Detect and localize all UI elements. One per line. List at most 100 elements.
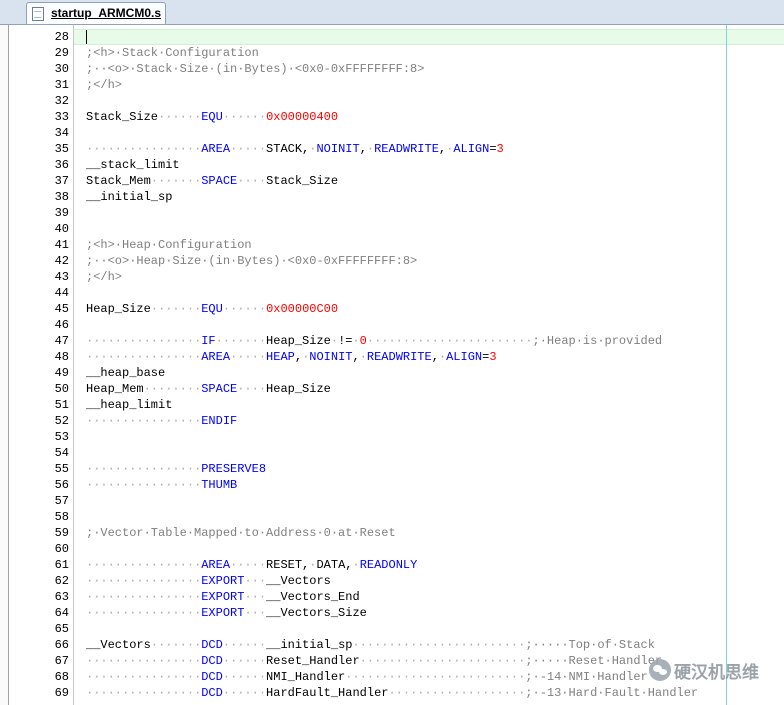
code-line[interactable]: 36 __stack_limit	[0, 157, 784, 173]
code-line[interactable]: 60	[0, 541, 784, 557]
line-number: 63	[54, 590, 69, 604]
code-line[interactable]: 49 __heap_base	[0, 365, 784, 381]
code-line[interactable]: 40	[0, 221, 784, 237]
code-line[interactable]: 47 ················IF·······Heap_Size·!=·…	[0, 333, 784, 349]
watermark-text: 硬汉机思维	[674, 662, 759, 683]
line-number: 53	[54, 430, 69, 444]
line-number: 36	[54, 158, 69, 172]
code-line[interactable]: 29 ;<h>·Stack·Configuration	[0, 45, 784, 61]
line-number: 37	[54, 174, 69, 188]
line-number: 55	[54, 462, 69, 476]
line-number: 31	[54, 78, 69, 92]
line-text[interactable]: ················DCD······HardFault_Handl…	[86, 685, 698, 701]
code-line[interactable]: 54	[0, 445, 784, 461]
code-line[interactable]: 57	[0, 493, 784, 509]
tab-label: startup_ARMCM0.s	[51, 6, 162, 20]
line-number: 28	[54, 30, 69, 44]
line-number: 40	[54, 222, 69, 236]
code-line[interactable]: 64 ················EXPORT···__Vectors_Siz…	[0, 605, 784, 621]
text-caret	[86, 30, 87, 44]
line-text[interactable]: __Vectors·······DCD······__initial_sp···…	[86, 637, 655, 653]
line-number: 48	[54, 350, 69, 364]
line-text[interactable]: ················DCD······NMI_Handler····…	[86, 669, 648, 685]
line-text[interactable]: ················EXPORT···__Vectors_End	[86, 589, 360, 605]
line-text[interactable]: ················AREA·····STACK,·NOINIT,·…	[86, 141, 504, 157]
line-number: 51	[54, 398, 69, 412]
code-line[interactable]: 56 ················THUMB	[0, 477, 784, 493]
code-line[interactable]: 37 Stack_Mem·······SPACE····Stack_Size	[0, 173, 784, 189]
code-line[interactable]: 39	[0, 205, 784, 221]
code-line[interactable]: 30 ;··<o>·Stack·Size·(in·Bytes)·<0x0-0xFF…	[0, 61, 784, 77]
line-text[interactable]: ;</h>	[86, 77, 122, 93]
code-line[interactable]: 28	[0, 29, 784, 45]
line-text[interactable]: __initial_sp	[86, 189, 172, 205]
code-line[interactable]: 43 ;</h>	[0, 269, 784, 285]
code-line[interactable]: 61 ················AREA·····RESET,·DATA,·…	[0, 557, 784, 573]
line-text[interactable]: ;··<o>·Heap·Size·(in·Bytes)·<0x0-0xFFFFF…	[86, 253, 417, 269]
wechat-logo-icon	[649, 659, 671, 681]
code-lines[interactable]: 28 29 ;<h>·Stack·Configuration 30 ;··<o>·Sta…	[0, 29, 784, 701]
code-line[interactable]: 62 ················EXPORT···__Vectors	[0, 573, 784, 589]
code-line[interactable]: 52 ················ENDIF	[0, 413, 784, 429]
line-text[interactable]: ················THUMB	[86, 477, 237, 493]
line-number: 32	[54, 94, 69, 108]
line-text[interactable]: __heap_base	[86, 365, 165, 381]
line-text[interactable]: ················DCD······Reset_Handler··…	[86, 653, 662, 669]
code-line[interactable]: 33 Stack_Size······EQU······0x00000400	[0, 109, 784, 125]
code-line[interactable]: 44	[0, 285, 784, 301]
code-editor[interactable]: 28 29 ;<h>·Stack·Configuration 30 ;··<o>·Sta…	[0, 25, 784, 705]
line-number: 34	[54, 126, 69, 140]
line-text[interactable]: Heap_Mem········SPACE····Heap_Size	[86, 381, 331, 397]
line-number: 56	[54, 478, 69, 492]
line-number: 59	[54, 526, 69, 540]
line-text[interactable]: Stack_Size······EQU······0x00000400	[86, 109, 338, 125]
line-number: 68	[54, 670, 69, 684]
line-text[interactable]: ················EXPORT···__Vectors	[86, 573, 331, 589]
code-line[interactable]: 65	[0, 621, 784, 637]
line-text[interactable]: ················PRESERVE8	[86, 461, 266, 477]
line-number: 46	[54, 318, 69, 332]
line-number: 58	[54, 510, 69, 524]
line-text[interactable]: __stack_limit	[86, 157, 180, 173]
code-line[interactable]: 51 __heap_limit	[0, 397, 784, 413]
code-line[interactable]: 58	[0, 509, 784, 525]
code-line[interactable]: 59 ;·Vector·Table·Mapped·to·Address·0·at·…	[0, 525, 784, 541]
code-line[interactable]: 48 ················AREA·····HEAP,·NOINIT,…	[0, 349, 784, 365]
line-number: 69	[54, 686, 69, 700]
line-text[interactable]: ················AREA·····HEAP,·NOINIT,·R…	[86, 349, 497, 365]
code-line[interactable]: 35 ················AREA·····STACK,·NOINIT…	[0, 141, 784, 157]
tab-startup-armcm0[interactable]: startup_ARMCM0.s	[26, 2, 166, 24]
line-text[interactable]: ;··<o>·Stack·Size·(in·Bytes)·<0x0-0xFFFF…	[86, 61, 424, 77]
code-line[interactable]: 69 ················DCD······HardFault_Han…	[0, 685, 784, 701]
line-number: 50	[54, 382, 69, 396]
code-line[interactable]: 55 ················PRESERVE8	[0, 461, 784, 477]
code-line[interactable]: 45 Heap_Size·······EQU······0x00000C00	[0, 301, 784, 317]
code-line[interactable]: 66 __Vectors·······DCD······__initial_sp·…	[0, 637, 784, 653]
line-text[interactable]: Heap_Size·······EQU······0x00000C00	[86, 301, 338, 317]
line-text[interactable]: ;</h>	[86, 269, 122, 285]
code-line[interactable]: 42 ;··<o>·Heap·Size·(in·Bytes)·<0x0-0xFFF…	[0, 253, 784, 269]
line-text[interactable]: ················IF·······Heap_Size·!=·0·…	[86, 333, 662, 349]
line-text[interactable]: ;<h>·Heap·Configuration	[86, 237, 252, 253]
line-number: 57	[54, 494, 69, 508]
line-number: 39	[54, 206, 69, 220]
code-line[interactable]: 50 Heap_Mem········SPACE····Heap_Size	[0, 381, 784, 397]
line-number: 43	[54, 270, 69, 284]
line-text[interactable]: ················EXPORT···__Vectors_Size	[86, 605, 367, 621]
code-line[interactable]: 34	[0, 125, 784, 141]
code-line[interactable]: 41 ;<h>·Heap·Configuration	[0, 237, 784, 253]
line-text[interactable]: ················ENDIF	[86, 413, 237, 429]
line-number: 41	[54, 238, 69, 252]
line-text[interactable]: ;<h>·Stack·Configuration	[86, 45, 259, 61]
code-line[interactable]: 63 ················EXPORT···__Vectors_End	[0, 589, 784, 605]
line-number: 61	[54, 558, 69, 572]
line-text[interactable]: ;·Vector·Table·Mapped·to·Address·0·at·Re…	[86, 525, 396, 541]
line-text[interactable]: ················AREA·····RESET,·DATA,·RE…	[86, 557, 417, 573]
line-text[interactable]: __heap_limit	[86, 397, 172, 413]
code-line[interactable]: 53	[0, 429, 784, 445]
code-line[interactable]: 46	[0, 317, 784, 333]
code-line[interactable]: 32	[0, 93, 784, 109]
line-text[interactable]: Stack_Mem·······SPACE····Stack_Size	[86, 173, 338, 189]
code-line[interactable]: 31 ;</h>	[0, 77, 784, 93]
code-line[interactable]: 38 __initial_sp	[0, 189, 784, 205]
